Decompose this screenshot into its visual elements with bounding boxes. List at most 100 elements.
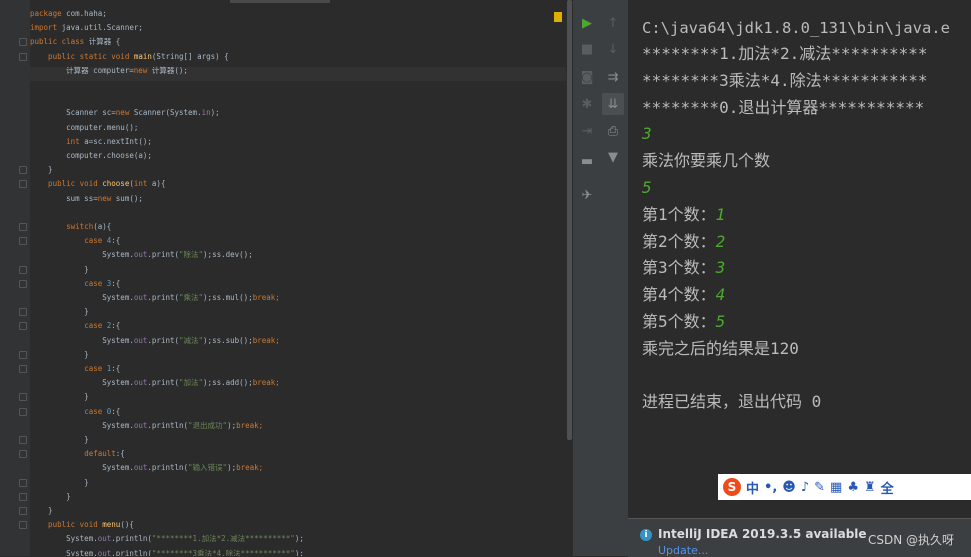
skin-icon[interactable]: ♜ — [864, 480, 876, 495]
update-notification[interactable]: i IntelliJ IDEA 2019.3.5 available Updat… — [628, 518, 971, 557]
keyboard-icon[interactable]: ▦ — [830, 480, 842, 495]
code-line: 计算器 computer=new 计算器(); — [30, 64, 188, 78]
code-token: com.haha; — [66, 9, 107, 18]
down-arrow-icon[interactable]: ↓ — [602, 38, 624, 60]
code-token: (){ — [120, 520, 134, 530]
code-token: 计算器 — [88, 37, 112, 47]
code-token: } — [30, 165, 53, 175]
camera-icon[interactable]: ◙ — [576, 66, 598, 88]
code-token: java.util.Scanner; — [61, 23, 143, 33]
handwrite-icon[interactable]: ✎ — [814, 480, 825, 495]
console-prompt-line: 第4个数：4 — [642, 282, 725, 308]
console-text: ********1.加法*2.减法********** — [642, 44, 928, 63]
fold-marker-icon[interactable] — [19, 180, 27, 189]
stop-icon[interactable]: ■ — [576, 38, 598, 60]
code-token: ); — [210, 108, 220, 118]
code-token: "乘法" — [179, 293, 204, 302]
run-toolbar: ▶ ↑ ■ ↓ ◙ ⇉ ✱ ⇊ ⇥ ⎙ ▬ ▼ ✈ — [572, 0, 629, 556]
update-link[interactable]: Update... — [658, 544, 708, 557]
code-line: case 2:{ — [30, 319, 120, 333]
fold-marker-icon[interactable] — [19, 38, 27, 47]
scroll-to-end-icon[interactable]: ⇊ — [602, 93, 624, 115]
run-console[interactable]: C:\java64\jdk1.8.0_131\bin\java.e ******… — [628, 0, 971, 556]
layout-icon[interactable]: ▬ — [576, 150, 598, 172]
code-token: case — [84, 406, 107, 416]
fold-marker-icon[interactable] — [19, 223, 27, 231]
exit-icon[interactable]: ⇥ — [576, 120, 598, 142]
code-token: ); — [294, 548, 304, 556]
code-line: } — [30, 476, 89, 490]
code-token: a){ — [151, 179, 166, 189]
console-text: 第4个数： — [642, 285, 716, 305]
print-icon[interactable]: ⎙ — [602, 120, 624, 142]
code-token: sum(); — [115, 193, 143, 203]
code-token: out — [133, 378, 148, 388]
user-icon[interactable]: ♣ — [847, 480, 859, 495]
debug-icon[interactable]: ✱ — [576, 93, 598, 115]
console-text: ********3乘法*4.除法*********** — [642, 70, 928, 90]
fold-marker-icon[interactable] — [19, 407, 27, 416]
code-token: .print( — [147, 250, 180, 260]
console-input-value: 2 — [715, 231, 726, 251]
code-token: out — [97, 548, 112, 556]
fold-marker-icon[interactable] — [19, 265, 27, 274]
fold-marker-icon[interactable] — [19, 52, 27, 61]
code-line: } — [30, 163, 53, 177]
fold-marker-icon[interactable] — [19, 279, 27, 288]
fold-marker-icon[interactable] — [19, 507, 27, 515]
fold-marker-icon[interactable] — [19, 492, 27, 501]
fold-marker-icon[interactable] — [19, 521, 27, 530]
console-prompt-line: 第1个数：1 — [642, 202, 725, 228]
ime-fullwidth[interactable]: 全 — [881, 478, 894, 497]
fold-marker-icon[interactable] — [19, 350, 27, 359]
code-token: (String[] args) { — [151, 51, 229, 61]
console-input-value: 5 — [715, 312, 726, 331]
fold-marker-icon[interactable] — [19, 237, 27, 246]
fold-marker-icon[interactable] — [19, 393, 27, 402]
code-token: System. — [30, 250, 134, 260]
fold-marker-icon[interactable] — [19, 308, 27, 317]
watermark: CSDN @执久呀 — [868, 533, 955, 547]
code-token: :{ — [111, 278, 121, 288]
console-line: 乘法你要乘几个数 — [642, 148, 770, 174]
ime-punct-icon[interactable]: •, — [764, 480, 777, 495]
code-line: System.out.print("除法");ss.dev(); — [30, 248, 252, 262]
code-token: "加法" — [179, 378, 204, 388]
code-token: 计算器(); — [151, 65, 188, 75]
fold-marker-icon[interactable] — [19, 478, 27, 487]
code-editor[interactable]: package com.haha; import java.util.Scanne… — [0, 0, 566, 556]
up-arrow-icon[interactable]: ↑ — [602, 12, 624, 34]
voice-icon[interactable]: ♪ — [801, 480, 809, 495]
editor-gutter — [0, 0, 30, 556]
fold-marker-icon[interactable] — [19, 450, 27, 459]
code-line: System.out.println("退出成功");break; — [30, 419, 263, 433]
editor-tab-stub — [230, 0, 330, 3]
console-text: 乘法你要乘几个数 — [642, 151, 771, 171]
code-line: System.out.println("输入错误");break; — [30, 461, 263, 475]
delete-icon[interactable]: ▼ — [602, 146, 624, 168]
ime-toolbar[interactable]: S 中 •, ☻ ♪ ✎ ▦ ♣ ♜ 全 — [718, 474, 971, 500]
soft-wrap-icon[interactable]: ⇉ — [602, 66, 624, 88]
fold-marker-icon[interactable] — [19, 436, 27, 444]
console-input-value: 3 — [642, 124, 652, 144]
code-token: } — [30, 264, 89, 274]
pin-icon[interactable]: ✈ — [576, 184, 598, 206]
code-token: System. — [30, 293, 134, 302]
fold-marker-icon[interactable] — [19, 166, 27, 175]
ime-mode[interactable]: 中 — [746, 478, 759, 497]
fold-marker-icon[interactable] — [19, 322, 27, 331]
code-token: out — [133, 293, 148, 302]
sogou-logo-icon[interactable]: S — [723, 478, 741, 496]
emoji-icon[interactable]: ☻ — [782, 480, 796, 495]
code-token: } — [30, 477, 89, 487]
code-token: .println( — [147, 420, 189, 430]
run-icon[interactable]: ▶ — [576, 12, 598, 34]
code-token: System. — [30, 534, 98, 544]
code-token: public void — [30, 520, 103, 530]
code-line: case 4:{ — [30, 234, 120, 248]
analysis-marker-icon[interactable] — [554, 12, 562, 22]
code-token: System. — [30, 420, 134, 430]
fold-marker-icon[interactable] — [19, 365, 27, 373]
